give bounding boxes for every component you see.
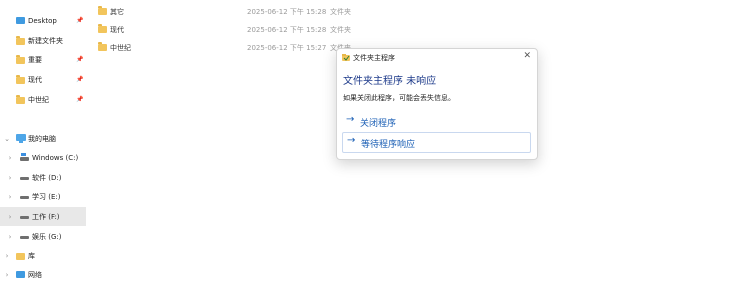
arrow-right-icon: → [347,135,356,146]
sidebar-item-label: 重要 [28,55,42,64]
folder-icon [16,55,25,64]
wait-for-program-button[interactable]: → 等待程序响应 [342,132,531,153]
option-label: 关闭程序 [360,119,397,129]
close-program-button[interactable]: → 关闭程序 [342,112,529,131]
sidebar-item-network[interactable]: › 网络 [0,265,86,284]
chevron-right-icon[interactable]: › [6,193,14,201]
folder-icon [16,75,25,84]
drive-icon [20,177,29,180]
file-type: 文件夹 [330,26,351,34]
pin-icon: 📌 [76,96,84,103]
option-label: 等待程序响应 [361,140,416,150]
dialog-titlebar[interactable]: 文件夹主程序 ✕ [337,49,537,66]
sidebar-item-drive-f[interactable]: › 工作 (F:) [0,207,86,226]
sidebar-item-desktop[interactable]: Desktop 📌 [0,11,86,30]
pin-icon: 📌 [76,76,84,83]
sidebar-item-drive-e[interactable]: › 学习 (E:) [0,187,86,206]
not-responding-dialog: 文件夹主程序 ✕ 文件夹主程序 未响应 如果关闭此程序，可能会丢失信息。 → 关… [336,48,538,160]
arrow-right-icon: → [346,114,355,125]
dialog-title: 文件夹主程序 [353,54,395,62]
file-name: 现代 [110,26,124,34]
file-type: 文件夹 [330,8,351,16]
desktop-icon [16,17,25,24]
folder-icon [16,36,25,45]
chevron-right-icon[interactable]: › [3,271,11,279]
folder-icon [98,42,107,51]
dialog-heading: 文件夹主程序 未响应 [343,76,437,87]
pin-icon: 📌 [76,17,84,24]
drive-icon [20,216,29,219]
sidebar-item-label: 我的电脑 [28,134,56,143]
file-name: 其它 [110,8,124,16]
sidebar-item-drive-g[interactable]: › 娱乐 (G:) [0,227,86,246]
drive-icon [20,236,29,239]
sidebar-item-label: 新建文件夹 [28,36,63,45]
sidebar-item-label: 软件 (D:) [32,173,62,182]
file-row[interactable]: 现代 2025-06-12 下午 15:28 文件夹 [98,22,398,38]
sidebar-item-label: 现代 [28,75,42,84]
sidebar-item-label: Desktop [28,16,57,25]
sidebar-item-drive-c[interactable]: › Windows (C:) [0,148,86,167]
sidebar-item-important[interactable]: 重要 📌 [0,50,86,69]
network-icon [16,271,25,278]
file-modified: 2025-06-12 下午 15:28 [247,8,327,16]
file-row[interactable]: 其它 2025-06-12 下午 15:28 文件夹 [98,4,398,20]
windows-drive-icon [20,153,29,161]
chevron-right-icon[interactable]: › [3,252,11,260]
close-icon[interactable]: ✕ [523,51,531,61]
sidebar-item-label: 娱乐 (G:) [32,232,62,241]
chevron-down-icon[interactable]: ⌄ [3,135,11,143]
navigation-pane: Desktop 📌 新建文件夹 重要 📌 现代 📌 中世纪 📌 ⌄ 我的电脑 ›… [0,0,86,285]
folder-icon [98,24,107,33]
sidebar-item-label: Windows (C:) [32,153,79,162]
pin-icon: 📌 [76,56,84,63]
sidebar-item-label: 学习 (E:) [32,192,61,201]
chevron-right-icon[interactable]: › [6,213,14,221]
sidebar-item-label: 库 [28,251,35,260]
file-modified: 2025-06-12 下午 15:27 [247,44,327,52]
sidebar-item-label: 中世纪 [28,95,49,104]
library-icon [16,253,25,260]
sidebar-item-label: 网络 [28,270,42,279]
sidebar-item-this-pc[interactable]: ⌄ 我的电脑 [0,129,86,148]
folder-icon [98,6,107,15]
app-icon [342,54,350,61]
drive-icon [20,196,29,199]
sidebar-item-new-folder[interactable]: 新建文件夹 [0,31,86,50]
sidebar-item-drive-d[interactable]: › 软件 (D:) [0,168,86,187]
sidebar-item-library[interactable]: › 库 [0,246,86,265]
chevron-right-icon[interactable]: › [6,233,14,241]
computer-icon [16,134,26,143]
dialog-message: 如果关闭此程序，可能会丢失信息。 [343,94,455,102]
folder-icon [16,95,25,104]
sidebar-item-medieval[interactable]: 中世纪 📌 [0,90,86,109]
chevron-right-icon[interactable]: › [6,154,14,162]
sidebar-item-label: 工作 (F:) [32,212,60,221]
chevron-right-icon[interactable]: › [6,174,14,182]
sidebar-item-modern[interactable]: 现代 📌 [0,70,86,89]
file-name: 中世纪 [110,44,131,52]
file-modified: 2025-06-12 下午 15:28 [247,26,327,34]
